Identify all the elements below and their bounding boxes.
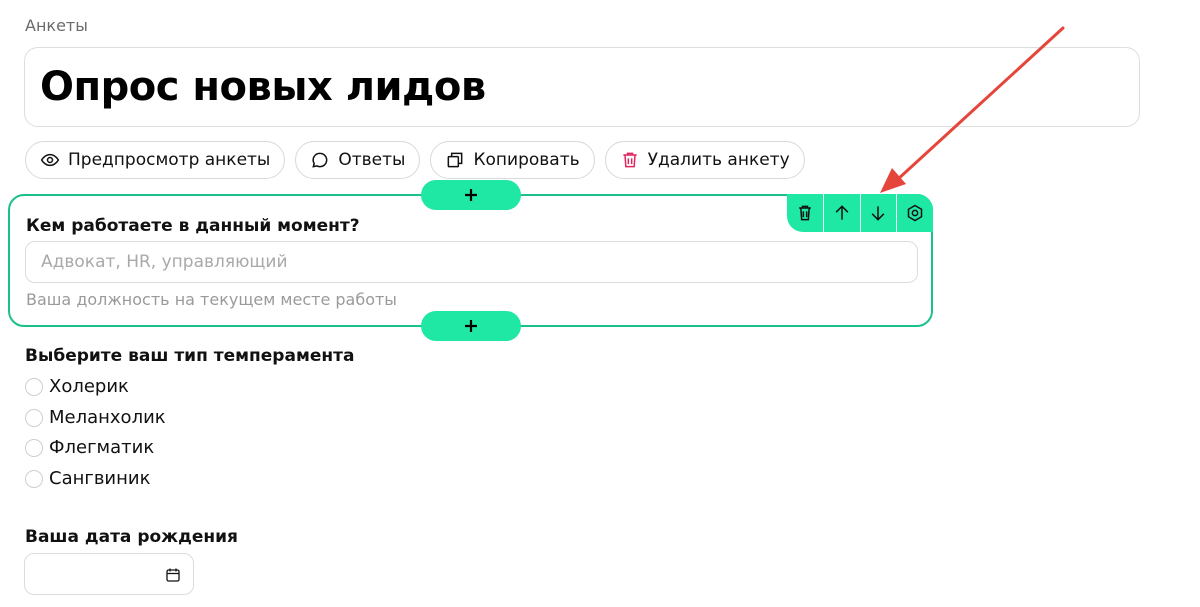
survey-title-field[interactable]: Опрос новых лидов (24, 47, 1140, 127)
question-tools (787, 194, 933, 232)
radio-button[interactable] (25, 377, 43, 396)
question-label: Кем работаете в данный момент? (26, 216, 360, 236)
answers-button[interactable]: Ответы (295, 141, 421, 179)
temperament-question-label: Выберите ваш тип темперамента (25, 346, 355, 366)
radio-button[interactable] (25, 469, 43, 488)
question-hint: Ваша должность на текущем месте работы (26, 290, 397, 309)
radio-option-melancholic[interactable]: Меланхолик (25, 407, 166, 428)
settings-icon (907, 204, 923, 222)
add-question-above-button[interactable] (421, 180, 521, 210)
arrow-up-icon (835, 205, 848, 220)
birthdate-input[interactable] (24, 553, 194, 595)
radio-button[interactable] (25, 408, 43, 427)
radio-option-choleric[interactable]: Холерик (25, 376, 129, 397)
survey-title: Опрос новых лидов (40, 64, 486, 110)
move-question-down-button[interactable] (859, 194, 897, 232)
radio-option-sanguine[interactable]: Сангвиник (25, 468, 150, 489)
plus-icon (465, 189, 477, 201)
calendar-icon[interactable] (165, 567, 181, 583)
delete-survey-button[interactable]: Удалить анкету (604, 141, 805, 179)
trash-icon (799, 205, 811, 221)
radio-option-phlegmatic[interactable]: Флегматик (25, 437, 154, 458)
answers-label: Ответы (338, 150, 406, 170)
breadcrumb[interactable]: Анкеты (25, 16, 88, 35)
radio-option-label: Холерик (49, 376, 129, 397)
birthdate-question-label: Ваша дата рождения (25, 527, 238, 547)
question-settings-button[interactable] (896, 194, 933, 232)
copy-survey-label: Копировать (473, 150, 580, 170)
move-question-up-button[interactable] (822, 194, 860, 232)
radio-option-label: Меланхолик (49, 407, 166, 428)
delete-question-button[interactable] (787, 194, 823, 232)
preview-survey-button[interactable]: Предпросмотр анкеты (25, 141, 286, 179)
add-question-below-button[interactable] (421, 311, 521, 341)
survey-toolbar: Предпросмотр анкеты Ответы Копировать Уд… (25, 141, 805, 179)
copy-icon (448, 152, 463, 168)
job-title-input[interactable] (25, 241, 918, 283)
plus-icon (465, 320, 477, 332)
delete-survey-label: Удалить анкету (647, 150, 790, 170)
question-card-selected[interactable]: Кем работаете в данный момент? Ваша долж… (8, 180, 933, 341)
chat-bubble-icon (312, 152, 328, 168)
radio-option-label: Флегматик (49, 437, 155, 458)
trash-icon (622, 152, 637, 168)
eye-icon (40, 153, 60, 167)
arrow-down-icon (872, 206, 885, 221)
radio-option-label: Сангвиник (49, 468, 151, 489)
preview-survey-label: Предпросмотр анкеты (68, 150, 271, 170)
radio-button[interactable] (25, 438, 43, 457)
copy-survey-button[interactable]: Копировать (430, 141, 595, 179)
